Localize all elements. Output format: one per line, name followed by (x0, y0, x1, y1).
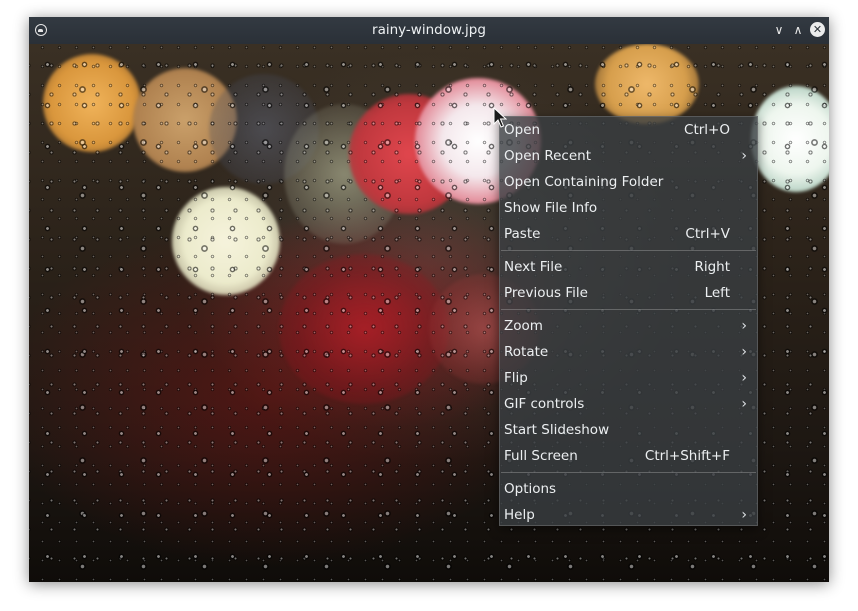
menu-item-open[interactable]: Open Ctrl+O (500, 117, 757, 143)
menu-item-shortcut: Ctrl+V (685, 226, 730, 242)
menu-item-label: Open Recent (504, 148, 592, 164)
menu-item-label: Start Slideshow (504, 422, 610, 438)
chevron-right-icon: › (741, 344, 747, 360)
menu-item-flip[interactable]: Flip › (500, 365, 757, 391)
menu-item-label: Paste (504, 226, 541, 242)
menu-item-label: Options (504, 481, 557, 497)
menu-item-shortcut: Right (694, 259, 730, 275)
menu-item-shortcut: Ctrl+O (684, 122, 730, 138)
menu-item-rotate[interactable]: Rotate › (500, 339, 757, 365)
menu-item-label: Full Screen (504, 448, 578, 464)
menu-item-open-containing-folder[interactable]: Open Containing Folder (500, 169, 757, 195)
menu-item-previous-file[interactable]: Previous File Left (500, 280, 757, 306)
menu-item-open-recent[interactable]: Open Recent › (500, 143, 757, 169)
menu-item-label: Zoom (504, 318, 543, 334)
menu-separator (501, 472, 756, 473)
chevron-right-icon: › (741, 370, 747, 386)
menu-item-show-file-info[interactable]: Show File Info (500, 195, 757, 221)
window-title: rainy-window.jpg (372, 22, 486, 38)
menu-item-label: Rotate (504, 344, 549, 360)
menu-item-paste[interactable]: Paste Ctrl+V (500, 221, 757, 247)
menu-separator (501, 309, 756, 310)
menu-item-label: Show File Info (504, 200, 598, 216)
close-icon[interactable]: ✕ (810, 22, 825, 37)
menu-item-shortcut: Left (704, 285, 730, 301)
menu-item-next-file[interactable]: Next File Right (500, 254, 757, 280)
chevron-right-icon: › (741, 148, 747, 164)
menu-item-label: Previous File (504, 285, 588, 301)
menu-item-label: Open (504, 122, 541, 138)
menu-item-start-slideshow[interactable]: Start Slideshow (500, 417, 757, 443)
menu-item-zoom[interactable]: Zoom › (500, 313, 757, 339)
menu-item-gif-controls[interactable]: GIF controls › (500, 391, 757, 417)
menu-item-options[interactable]: Options (500, 476, 757, 502)
chevron-up-icon[interactable]: ∧ (790, 22, 806, 38)
menu-item-label: Next File (504, 259, 563, 275)
menu-item-help[interactable]: Help › (500, 502, 757, 528)
menu-item-shortcut: Ctrl+Shift+F (644, 448, 730, 464)
menu-item-label: GIF controls (504, 396, 585, 412)
chevron-down-icon[interactable]: ∨ (771, 22, 787, 38)
chevron-right-icon: › (741, 396, 747, 412)
mouse-pointer-icon (493, 107, 507, 128)
menu-item-label: Help (504, 507, 535, 523)
menu-item-full-screen[interactable]: Full Screen Ctrl+Shift+F (500, 443, 757, 469)
title-bar[interactable]: rainy-window.jpg ∨ ∧ ✕ (29, 17, 829, 44)
chevron-right-icon: › (741, 507, 747, 523)
chevron-right-icon: › (741, 318, 747, 334)
menu-separator (501, 250, 756, 251)
menu-item-label: Flip (504, 370, 528, 386)
context-menu: Open Ctrl+O Open Recent › Open Containin… (499, 116, 758, 526)
menu-item-label: Open Containing Folder (504, 174, 664, 190)
